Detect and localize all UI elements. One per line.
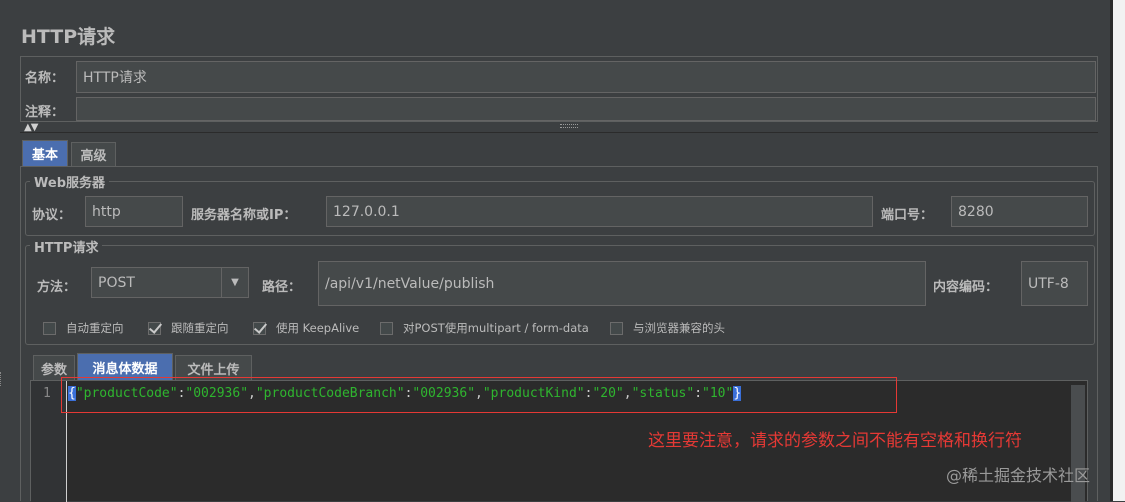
comment-input[interactable] xyxy=(76,97,1096,121)
left-edge-grip-icon[interactable] xyxy=(0,372,4,386)
name-input[interactable]: HTTP请求 xyxy=(76,61,1096,93)
port-label: 端口号： xyxy=(881,208,934,223)
splitter-line xyxy=(20,132,1098,133)
method-value: POST xyxy=(98,274,135,291)
checkbox-box[interactable] xyxy=(380,321,393,335)
tab-basic[interactable]: 基本 xyxy=(22,140,68,166)
page-title: HTTP请求 xyxy=(21,26,116,48)
tab-advanced[interactable]: 高级 xyxy=(71,142,116,166)
comment-label: 注释： xyxy=(25,105,65,120)
checkbox-box-checked[interactable] xyxy=(148,321,161,335)
checkbox-label: 使用 KeepAlive xyxy=(276,321,360,335)
highlight-box xyxy=(61,377,897,413)
window-border xyxy=(1110,0,1113,501)
http-request-legend: HTTP请求 xyxy=(30,237,103,256)
checkbox-multipart[interactable]: 对POST使用multipart / form-data xyxy=(380,320,589,336)
protocol-input[interactable]: http xyxy=(85,196,183,227)
encoding-input[interactable]: UTF-8 xyxy=(1021,261,1088,306)
tab-body-data[interactable]: 消息体数据 xyxy=(77,353,173,380)
checkbox-box[interactable] xyxy=(610,321,623,335)
web-server-legend: Web服务器 xyxy=(30,172,109,191)
server-input[interactable]: 127.0.0.1 xyxy=(326,196,873,227)
checkbox-label: 与浏览器兼容的头 xyxy=(633,321,725,335)
name-label: 名称： xyxy=(25,71,65,86)
checkbox-label: 对POST使用multipart / form-data xyxy=(403,321,589,335)
protocol-label: 协议： xyxy=(32,208,72,223)
checkbox-label: 自动重定向 xyxy=(66,321,124,335)
splitter-grip-icon[interactable] xyxy=(560,124,578,128)
server-label: 服务器名称或IP： xyxy=(191,208,297,223)
checkbox-label: 跟随重定向 xyxy=(171,321,229,335)
checkbox-follow-redirect[interactable]: 跟随重定向 xyxy=(148,320,229,336)
chevron-down-icon[interactable]: ▼ xyxy=(221,268,248,297)
checkbox-box-checked[interactable] xyxy=(253,321,266,335)
path-label: 路径： xyxy=(262,280,302,295)
method-select[interactable]: POST ▼ xyxy=(91,267,249,298)
checkbox-auto-redirect[interactable]: 自动重定向 xyxy=(43,320,124,336)
path-input[interactable]: /api/v1/netValue/publish xyxy=(318,261,926,306)
checkbox-browser-headers[interactable]: 与浏览器兼容的头 xyxy=(610,320,725,336)
encoding-label: 内容编码： xyxy=(933,280,999,295)
name-comment-panel: 名称： HTTP请求 注释： xyxy=(20,56,1098,122)
watermark: @稀土掘金技术社区 xyxy=(946,466,1091,485)
window-edge xyxy=(1113,0,1125,501)
checkbox-keepalive[interactable]: 使用 KeepAlive xyxy=(253,320,359,336)
method-label: 方法： xyxy=(37,280,77,295)
port-input[interactable]: 8280 xyxy=(951,196,1088,227)
line-number: 1 xyxy=(43,386,51,401)
annotation-text: 这里要注意，请求的参数之间不能有空格和换行符 xyxy=(648,431,1022,451)
checkbox-box[interactable] xyxy=(43,321,56,335)
